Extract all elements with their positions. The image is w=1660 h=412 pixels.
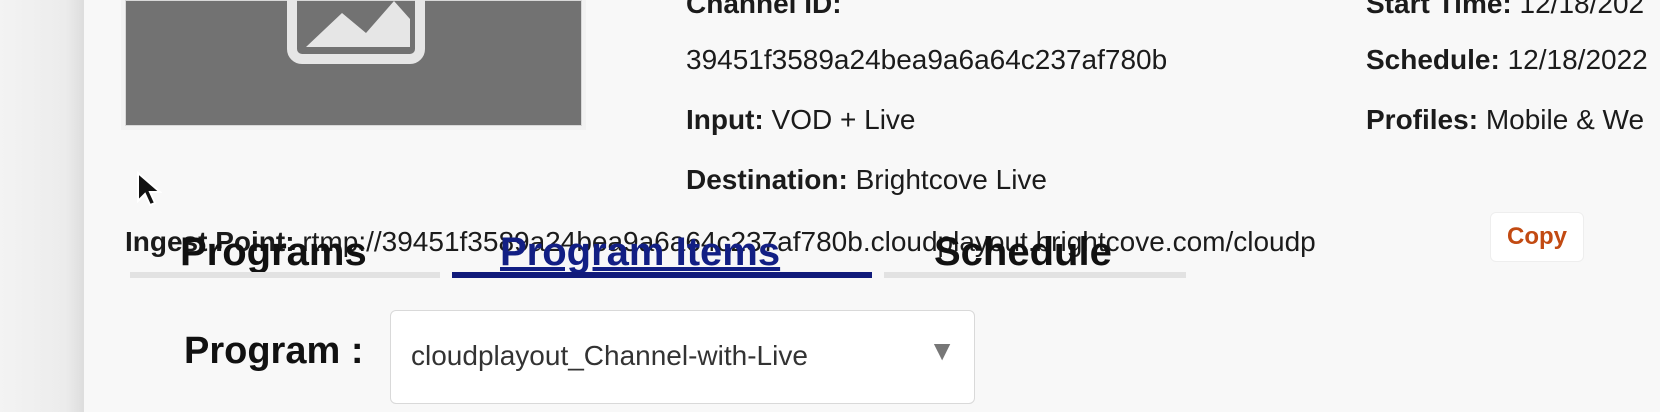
destination-label: Destination: <box>686 164 848 195</box>
copy-button[interactable]: Copy <box>1490 212 1584 262</box>
channel-id-value: 39451f3589a24bea9a6a64c237af780b <box>686 44 1168 75</box>
channel-thumbnail <box>125 0 582 126</box>
input-value: VOD + Live <box>771 104 916 135</box>
image-placeholder-icon <box>287 0 425 64</box>
schedule-label: Schedule: <box>1366 44 1500 75</box>
tab-underline-programs <box>130 272 440 278</box>
program-label: Program : <box>184 330 364 372</box>
program-select[interactable]: cloudplayout_Channel-with-Live ▼ <box>390 310 975 404</box>
tab-underline-program-items <box>452 272 872 278</box>
input-label: Input: <box>686 104 764 135</box>
start-time-label: Start Time: <box>1366 0 1512 19</box>
channel-id-label-row: Channel ID: <box>686 0 842 20</box>
start-time-value: 12/18/202 <box>1519 0 1645 19</box>
profiles-value: Mobile & We <box>1485 104 1645 135</box>
destination-value: Brightcove Live <box>855 164 1047 195</box>
caret-down-icon: ▼ <box>928 335 956 366</box>
destination-row: Destination: Brightcove Live <box>686 164 1047 196</box>
mouse-cursor-icon <box>137 171 162 207</box>
profiles-row: Profiles: Mobile & We <box>1366 104 1644 136</box>
schedule-row: Schedule: 12/18/2022 <box>1366 44 1648 76</box>
program-select-value: cloudplayout_Channel-with-Live <box>411 340 808 371</box>
profiles-label: Profiles: <box>1366 104 1479 135</box>
tab-underline-schedule <box>884 272 1186 278</box>
schedule-value: 12/18/2022 <box>1507 44 1648 75</box>
start-time-row: Start Time: 12/18/202 <box>1366 0 1644 20</box>
left-gutter <box>0 0 84 412</box>
ingest-point-value: rtmp://39451f3589a24bea9a6a64c237af780b.… <box>302 226 1316 257</box>
input-row: Input: VOD + Live <box>686 104 915 136</box>
channel-id-label: Channel ID: <box>686 0 842 19</box>
